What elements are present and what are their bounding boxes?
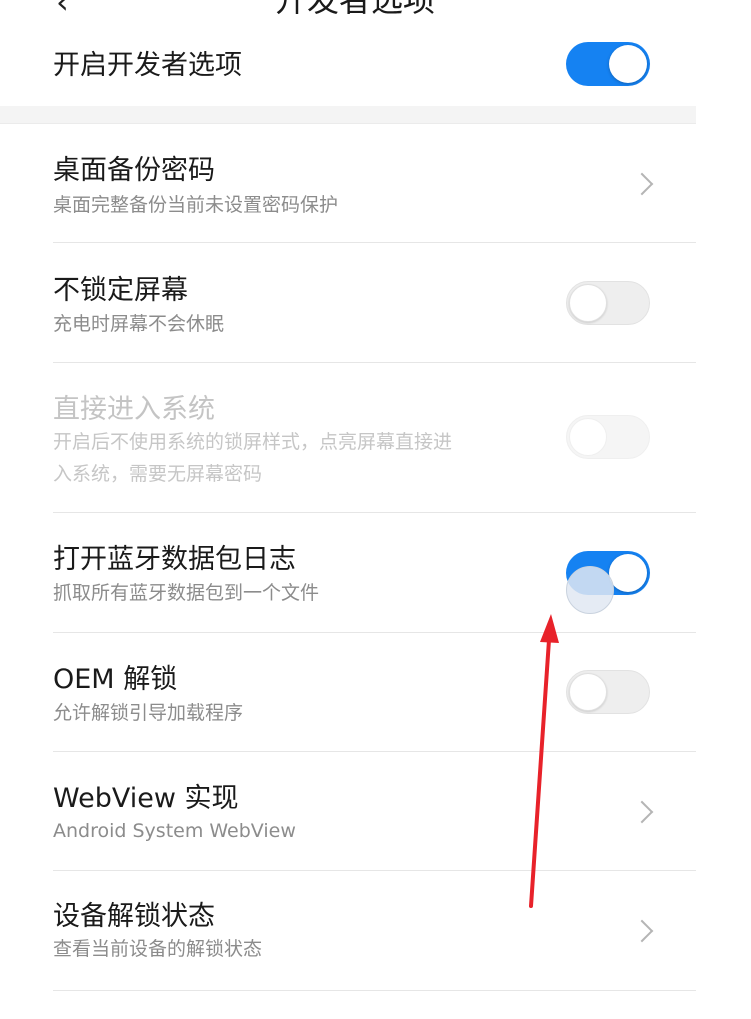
annotation-arrow [529,614,559,908]
developer-options-screen: ‹ 开发者选项 开启开发者选项 桌面备份密码 桌面完整备份当前未设置密码保护 不… [0,0,751,1019]
annotation-arrowhead [540,614,559,643]
annotation-arrow-shaft [529,638,551,908]
